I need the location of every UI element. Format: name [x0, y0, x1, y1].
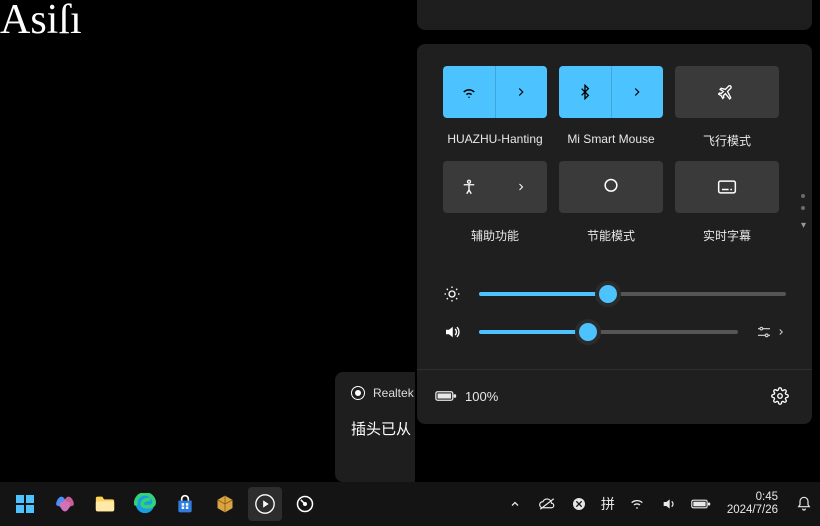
notification-card[interactable]: Realtek 插头已从 — [335, 372, 415, 482]
taskbar-copilot[interactable] — [48, 487, 82, 521]
gauge-icon — [295, 494, 315, 514]
chevron-right-icon — [515, 181, 527, 193]
accessibility-expand[interactable] — [495, 161, 547, 213]
clock-date: 2024/7/26 — [727, 504, 778, 517]
app-indicator-icon — [351, 386, 365, 400]
volume-icon — [443, 323, 461, 341]
brightness-slider[interactable] — [479, 292, 786, 296]
store-icon — [175, 494, 195, 514]
tray-onedrive[interactable] — [537, 497, 557, 511]
background-card-edge — [417, 0, 812, 30]
brightness-fill — [479, 292, 608, 296]
page-dot — [801, 206, 805, 210]
chevron-right-icon — [776, 327, 786, 337]
bluetooth-expand[interactable] — [611, 66, 664, 118]
accessibility-toggle[interactable] — [443, 161, 495, 213]
accessibility-label: 辅助功能 — [471, 227, 519, 244]
page-dot — [801, 194, 805, 198]
airplane-icon — [718, 83, 736, 101]
taskbar-app-1[interactable] — [208, 487, 242, 521]
chevron-right-icon — [630, 85, 644, 99]
settings-button[interactable] — [766, 382, 794, 410]
wifi-toggle[interactable] — [443, 66, 495, 118]
accessibility-icon — [460, 178, 478, 196]
windows-icon — [15, 494, 35, 514]
chevron-up-icon — [509, 498, 521, 510]
battery-icon — [435, 389, 457, 403]
battery-icon — [691, 498, 711, 510]
wifi-icon — [460, 83, 478, 101]
start-button[interactable] — [8, 487, 42, 521]
battery-saver-tile[interactable] — [559, 161, 663, 213]
wifi-expand[interactable] — [495, 66, 548, 118]
airplane-label: 飞行模式 — [703, 132, 751, 149]
battery-saver-label: 节能模式 — [587, 227, 635, 244]
quick-settings-panel: HUAZHU-Hanting Mi Smart Mouse 飞行模式 — [417, 44, 812, 424]
folder-icon — [94, 494, 116, 514]
accessibility-tile[interactable] — [443, 161, 547, 213]
taskbar-store[interactable] — [168, 487, 202, 521]
tray-volume[interactable] — [659, 496, 679, 512]
copilot-icon — [54, 493, 76, 515]
bell-icon — [796, 496, 812, 512]
volume-icon — [661, 496, 677, 512]
airplane-tile[interactable] — [675, 66, 779, 118]
taskbar: 拼 0:45 2024/7/26 — [0, 482, 820, 526]
quick-action-grid: HUAZHU-Hanting Mi Smart Mouse 飞行模式 — [417, 44, 812, 254]
cube-icon — [215, 494, 235, 514]
cloud-slash-icon — [538, 497, 556, 511]
wifi-icon — [629, 496, 645, 512]
taskbar-media-player[interactable] — [248, 487, 282, 521]
tray-battery[interactable] — [691, 498, 711, 510]
volume-row — [443, 313, 786, 351]
brightness-icon — [443, 285, 461, 303]
watermark-text: Asiſı — [0, 0, 82, 44]
captions-icon — [717, 179, 737, 195]
bluetooth-toggle[interactable] — [559, 66, 611, 118]
mixer-icon — [756, 325, 772, 339]
taskbar-explorer[interactable] — [88, 487, 122, 521]
volume-fill — [479, 330, 588, 334]
brightness-row — [443, 275, 786, 313]
notification-body: 插头已从 — [351, 418, 415, 439]
tray-close[interactable] — [569, 496, 589, 512]
battery-pct: 100% — [465, 389, 498, 404]
bluetooth-label: Mi Smart Mouse — [567, 132, 654, 146]
audio-output-button[interactable] — [756, 325, 786, 339]
play-circle-icon — [254, 493, 276, 515]
taskbar-app-2[interactable] — [288, 487, 322, 521]
gear-icon — [771, 387, 789, 405]
notification-center-button[interactable] — [796, 496, 812, 512]
wifi-tile[interactable] — [443, 66, 547, 118]
close-circle-icon — [571, 496, 587, 512]
taskbar-clock[interactable]: 0:45 2024/7/26 — [727, 491, 778, 517]
bluetooth-icon — [577, 84, 593, 100]
battery-status[interactable]: 100% — [435, 389, 498, 404]
wifi-label: HUAZHU-Hanting — [447, 132, 542, 146]
page-indicator[interactable]: ▾ — [801, 194, 806, 231]
captions-tile[interactable] — [675, 161, 779, 213]
bluetooth-tile[interactable] — [559, 66, 663, 118]
tray-overflow[interactable] — [505, 498, 525, 510]
edge-icon — [134, 493, 156, 515]
chevron-right-icon — [514, 85, 528, 99]
brightness-thumb[interactable] — [595, 281, 621, 307]
system-tray: 拼 0:45 2024/7/26 — [505, 491, 812, 517]
chevron-down-icon: ▾ — [801, 220, 806, 231]
captions-label: 实时字幕 — [703, 227, 751, 244]
ime-indicator[interactable]: 拼 — [601, 494, 615, 514]
tray-wifi[interactable] — [627, 496, 647, 512]
volume-thumb[interactable] — [575, 319, 601, 345]
taskbar-edge[interactable] — [128, 487, 162, 521]
notification-app: Realtek — [373, 386, 414, 400]
battery-saver-icon — [601, 177, 621, 197]
clock-time: 0:45 — [756, 491, 778, 504]
volume-slider[interactable] — [479, 330, 738, 334]
